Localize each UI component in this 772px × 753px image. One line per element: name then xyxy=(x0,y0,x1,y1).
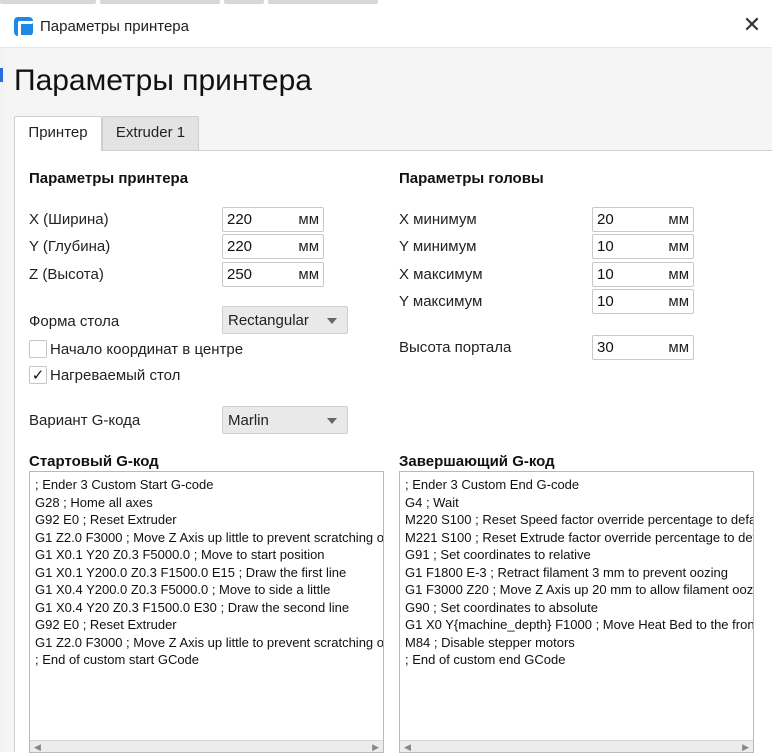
y-max-value: 10 xyxy=(597,293,614,310)
gantry-height-field[interactable]: 30 мм xyxy=(592,335,694,360)
start-gcode-title: Стартовый G-код xyxy=(29,453,159,470)
x-min-field[interactable]: 20 мм xyxy=(592,207,694,232)
x-min-value: 20 xyxy=(597,211,614,228)
code-line: G1 X0.4 Y200.0 Z0.3 F5000.0 ; Move to si… xyxy=(35,582,331,597)
code-line: G1 X0.1 Y200.0 Z0.3 F1500.0 E15 ; Draw t… xyxy=(35,565,347,580)
cura-app-icon xyxy=(14,17,35,38)
code-line: G28 ; Home all axes xyxy=(35,495,153,510)
y-max-unit: мм xyxy=(668,293,689,310)
chevron-down-icon xyxy=(327,418,337,424)
origin-center-checkbox[interactable] xyxy=(29,340,47,358)
bed-shape-label: Форма стола xyxy=(29,313,120,330)
code-line: G90 ; Set coordinates to absolute xyxy=(405,600,598,615)
y-depth-unit: мм xyxy=(298,238,319,255)
code-line: G1 X0.4 Y20 Z0.3 F1500.0 E30 ; Draw the … xyxy=(35,600,350,615)
start-gcode-scrollbar[interactable]: ◀ ▶ xyxy=(30,740,383,752)
code-line: G92 E0 ; Reset Extruder xyxy=(35,512,177,527)
end-gcode-scrollbar[interactable]: ◀ ▶ xyxy=(400,740,753,752)
gcode-flavor-label: Вариант G-кода xyxy=(29,412,141,429)
end-gcode-title: Завершающий G-код xyxy=(399,453,555,470)
y-min-field[interactable]: 10 мм xyxy=(592,234,694,259)
x-max-unit: мм xyxy=(668,266,689,283)
code-line: ; Ender 3 Custom Start G-code xyxy=(35,477,214,492)
z-height-value: 250 xyxy=(227,266,253,283)
code-line: ; End of custom start GCode xyxy=(35,652,200,667)
close-button[interactable]: ✕ xyxy=(740,14,764,38)
y-depth-value: 220 xyxy=(227,238,253,255)
origin-center-label: Начало координат в центре xyxy=(50,341,244,358)
gantry-height-value: 30 xyxy=(597,339,614,356)
z-height-label: Z (Высота) xyxy=(29,266,104,283)
chevron-down-icon xyxy=(327,318,337,324)
window-title: Параметры принтера xyxy=(40,18,189,35)
scroll-left-icon[interactable]: ◀ xyxy=(404,742,411,752)
gantry-height-label: Высота портала xyxy=(399,339,512,356)
x-width-value: 220 xyxy=(227,211,253,228)
x-max-field[interactable]: 10 мм xyxy=(592,262,694,287)
gantry-height-unit: мм xyxy=(668,339,689,356)
code-line: G1 F1800 E-3 ; Retract filament 3 mm to … xyxy=(405,565,728,580)
page-title: Параметры принтера xyxy=(14,64,312,97)
window-titlebar: Параметры принтера ✕ xyxy=(0,0,772,48)
code-line: G1 Z2.0 F3000 ; Move Z Axis up little to… xyxy=(35,530,384,545)
code-line: ; End of custom end GCode xyxy=(405,652,566,667)
printhead-settings-title: Параметры головы xyxy=(399,170,544,187)
code-line: G92 E0 ; Reset Extruder xyxy=(35,617,177,632)
tab-printer[interactable]: Принтер xyxy=(14,116,102,151)
scroll-right-icon[interactable]: ▶ xyxy=(372,742,379,752)
end-gcode-editor[interactable]: ; Ender 3 Custom End G-code G4 ; Wait M2… xyxy=(399,471,754,753)
printer-settings-title: Параметры принтера xyxy=(29,170,189,187)
x-min-label: X минимум xyxy=(399,211,477,228)
tab-extruder-1[interactable]: Extruder 1 xyxy=(102,116,199,150)
gcode-flavor-select[interactable]: Marlin xyxy=(222,406,348,434)
x-min-unit: мм xyxy=(668,211,689,228)
y-max-field[interactable]: 10 мм xyxy=(592,289,694,314)
code-line: G1 F3000 Z20 ; Move Z Axis up 20 mm to a… xyxy=(405,582,754,597)
code-line: ; Ender 3 Custom End G-code xyxy=(405,477,580,492)
y-depth-label: Y (Глубина) xyxy=(29,238,111,255)
y-max-label: Y максимум xyxy=(399,293,483,310)
code-line: G91 ; Set coordinates to relative xyxy=(405,547,591,562)
y-depth-field[interactable]: 220 мм xyxy=(222,234,324,259)
scroll-left-icon[interactable]: ◀ xyxy=(34,742,41,752)
z-height-field[interactable]: 250 мм xyxy=(222,262,324,287)
x-max-value: 10 xyxy=(597,266,614,283)
background-window-tabs xyxy=(0,0,772,6)
gcode-flavor-value: Marlin xyxy=(228,412,269,429)
bed-shape-value: Rectangular xyxy=(228,312,309,329)
x-max-label: X максимум xyxy=(399,266,483,283)
x-width-unit: мм xyxy=(298,211,319,228)
code-line: M221 S100 ; Reset Extrude factor overrid… xyxy=(405,530,754,545)
start-gcode-editor[interactable]: ; Ender 3 Custom Start G-code G28 ; Home… xyxy=(29,471,384,753)
code-line: G1 X0 Y{machine_depth} F1000 ; Move Heat… xyxy=(405,617,754,632)
code-line: G1 Z2.0 F3000 ; Move Z Axis up little to… xyxy=(35,635,384,650)
y-min-unit: мм xyxy=(668,238,689,255)
z-height-unit: мм xyxy=(298,266,319,283)
code-line: M220 S100 ; Reset Speed factor override … xyxy=(405,512,754,527)
y-min-value: 10 xyxy=(597,238,614,255)
code-line: G4 ; Wait xyxy=(405,495,459,510)
scroll-right-icon[interactable]: ▶ xyxy=(742,742,749,752)
code-line: M84 ; Disable stepper motors xyxy=(405,635,575,650)
x-width-field[interactable]: 220 мм xyxy=(222,207,324,232)
heated-bed-label: Нагреваемый стол xyxy=(50,367,181,384)
code-line: G1 X0.1 Y20 Z0.3 F5000.0 ; Move to start… xyxy=(35,547,325,562)
heated-bed-checkbox[interactable]: ✓ xyxy=(29,366,47,384)
y-min-label: Y минимум xyxy=(399,238,477,255)
x-width-label: X (Ширина) xyxy=(29,211,109,228)
bed-shape-select[interactable]: Rectangular xyxy=(222,306,348,334)
